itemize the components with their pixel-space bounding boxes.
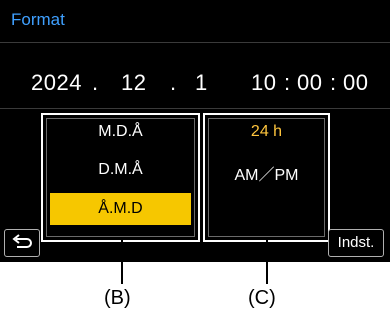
page-title: Format: [11, 10, 65, 29]
camera-screen: Format 2024 . 12 . 1 10 : 00 : 00 M.D.Å …: [0, 0, 390, 262]
back-button[interactable]: [4, 229, 40, 257]
date-order-option-amd-selected[interactable]: Å.M.D: [50, 193, 191, 225]
date-order-option-dma[interactable]: D.M.Å: [43, 161, 198, 179]
date-order-panel: M.D.Å D.M.Å Å.M.D: [41, 113, 200, 242]
time-format-panel: 24 h AM／PM: [203, 113, 330, 242]
month-field[interactable]: 12: [121, 70, 146, 96]
datetime-divider: [0, 108, 390, 109]
day-field[interactable]: 1: [195, 70, 208, 96]
date-separator: .: [92, 70, 99, 95]
hour-field[interactable]: 10: [251, 70, 276, 96]
date-separator: .: [170, 70, 177, 95]
minute-field[interactable]: 00: [297, 70, 322, 96]
year-field[interactable]: 2024: [31, 70, 82, 96]
time-separator: :: [330, 70, 337, 95]
date-order-option-mda[interactable]: M.D.Å: [43, 123, 198, 141]
time-format-option-ampm[interactable]: AM／PM: [205, 161, 328, 185]
callout-b-label: (B): [104, 287, 131, 309]
set-button[interactable]: Indst.: [328, 229, 384, 257]
second-field[interactable]: 00: [343, 70, 368, 96]
callout-c-leader: [266, 240, 268, 284]
header-divider: [0, 42, 390, 43]
callout-c-label: (C): [248, 287, 276, 309]
time-separator: :: [284, 70, 291, 95]
time-format-option-24h[interactable]: 24 h: [205, 123, 328, 141]
callout-b-leader: [121, 240, 123, 284]
return-arrow-icon: [12, 234, 32, 248]
